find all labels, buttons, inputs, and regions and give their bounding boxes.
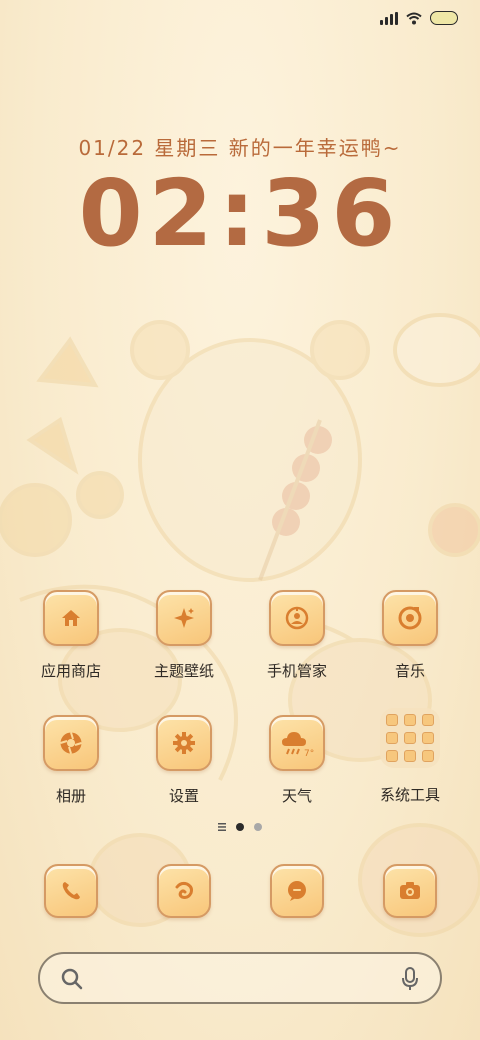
app-label: 天气 xyxy=(281,787,312,805)
lock-clock: 02:36 xyxy=(78,160,402,267)
app-label: 设置 xyxy=(168,787,199,805)
app-folder-system-tools[interactable]: 系统工具 xyxy=(360,708,460,805)
dock-messages[interactable] xyxy=(247,864,347,918)
app-music[interactable]: 音乐 xyxy=(360,590,460,681)
app-label: 主题壁纸 xyxy=(153,662,214,680)
search-icon[interactable] xyxy=(60,967,84,991)
gear-icon xyxy=(173,732,195,754)
app-label: 音乐 xyxy=(394,662,425,680)
browser-swirl-icon xyxy=(175,881,193,899)
status-bar xyxy=(0,0,480,40)
music-disc-icon xyxy=(398,606,422,630)
app-settings[interactable]: 设置 xyxy=(134,715,234,806)
dock-phone[interactable] xyxy=(21,864,121,918)
sparkle-icon xyxy=(174,608,194,628)
gallery-icon-tile[interactable] xyxy=(43,715,99,771)
list-lines-icon xyxy=(218,823,226,831)
weather-cloud-icon: 7° xyxy=(282,732,314,758)
dock-camera[interactable] xyxy=(360,864,460,918)
app-weather[interactable]: 7° 天气 xyxy=(247,715,347,806)
aperture-icon xyxy=(60,732,82,754)
camera-icon-tile[interactable] xyxy=(383,864,437,918)
page-dot[interactable] xyxy=(254,823,262,831)
phone-icon xyxy=(62,882,80,900)
app-store-icon-tile[interactable] xyxy=(43,590,99,646)
battery-icon xyxy=(430,11,458,25)
messages-icon-tile[interactable] xyxy=(270,864,324,918)
page-dot-active[interactable] xyxy=(236,823,244,831)
weather-temp-badge: 7° xyxy=(304,749,314,758)
browser-icon-tile[interactable] xyxy=(157,864,211,918)
chat-bubble-icon xyxy=(288,881,306,901)
shield-globe-icon xyxy=(285,606,309,630)
app-label: 手机管家 xyxy=(266,662,327,680)
settings-icon-tile[interactable] xyxy=(156,715,212,771)
camera-icon xyxy=(400,882,420,899)
weather-icon-tile[interactable]: 7° xyxy=(269,715,325,771)
app-label: 相册 xyxy=(55,787,86,805)
app-label: 系统工具 xyxy=(379,786,440,804)
themes-icon-tile[interactable] xyxy=(156,590,212,646)
app-label: 应用商店 xyxy=(40,662,101,680)
phone-manager-icon-tile[interactable] xyxy=(269,590,325,646)
page-indicator[interactable] xyxy=(0,823,480,831)
microphone-icon[interactable] xyxy=(400,966,420,992)
lock-date: 01/22 星期三 新的一年幸运鸭~ xyxy=(78,136,402,160)
folder-icon[interactable] xyxy=(380,708,440,768)
app-phone-manager[interactable]: 手机管家 xyxy=(247,590,347,681)
phone-icon-tile[interactable] xyxy=(44,864,98,918)
house-icon xyxy=(62,610,80,626)
app-app-store[interactable]: 应用商店 xyxy=(21,590,121,681)
wifi-icon xyxy=(406,12,422,24)
signal-bars-icon xyxy=(380,11,398,25)
dock-browser[interactable] xyxy=(134,864,234,918)
search-input[interactable] xyxy=(96,964,384,992)
app-gallery[interactable]: 相册 xyxy=(21,715,121,806)
music-icon-tile[interactable] xyxy=(382,590,438,646)
search-bar[interactable] xyxy=(38,952,442,1004)
app-themes[interactable]: 主题壁纸 xyxy=(134,590,234,681)
status-icons xyxy=(380,11,458,25)
